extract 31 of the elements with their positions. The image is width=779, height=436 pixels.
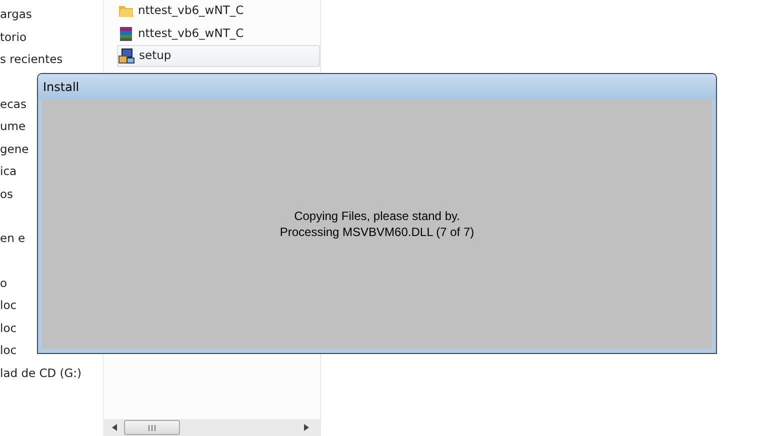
sidebar-item[interactable]: lad de CD (G:) <box>0 362 82 384</box>
computer-box-icon <box>118 48 135 64</box>
status-text: Copying Files, please stand by. <box>294 208 460 224</box>
grip-icon <box>148 424 156 430</box>
sidebar-item[interactable]: ecas <box>0 92 26 115</box>
sidebar-item[interactable]: os <box>0 182 14 205</box>
horizontal-scrollbar[interactable] <box>104 419 320 436</box>
book-stack-icon <box>118 26 134 42</box>
status-text: Processing MSVBVM60.DLL (7 of 7) <box>280 224 474 240</box>
file-row[interactable]: nttest_vb6_wNT_C <box>104 0 320 22</box>
sidebar-item[interactable]: argas <box>0 3 32 26</box>
dialog-title: Install <box>43 78 80 96</box>
sidebar-item[interactable]: loc <box>0 294 17 316</box>
sidebar-item[interactable]: o <box>0 272 8 294</box>
file-name: nttest_vb6_wNT_C <box>138 2 244 20</box>
file-row[interactable]: nttest_vb6_wNT_C <box>104 22 320 44</box>
sidebar-item[interactable]: torio <box>0 26 27 48</box>
scrollbar-thumb[interactable] <box>124 420 180 435</box>
sidebar-item[interactable]: ica <box>0 160 17 182</box>
sidebar-item[interactable]: loc <box>0 316 17 339</box>
scroll-right-arrow-icon[interactable] <box>304 424 309 431</box>
file-name: nttest_vb6_wNT_C <box>138 24 244 42</box>
sidebar-item[interactable]: ume <box>0 115 26 138</box>
sidebar-item[interactable]: en e <box>0 227 26 250</box>
scroll-left-arrow-icon[interactable] <box>112 424 117 431</box>
folder-icon <box>118 4 134 18</box>
file-row[interactable]: setup <box>117 45 320 67</box>
sidebar-item[interactable]: s recientes <box>0 48 63 70</box>
sidebar-item[interactable]: loc <box>0 339 17 362</box>
sidebar-item[interactable]: gene <box>0 138 29 160</box>
file-name: setup <box>139 47 172 64</box>
